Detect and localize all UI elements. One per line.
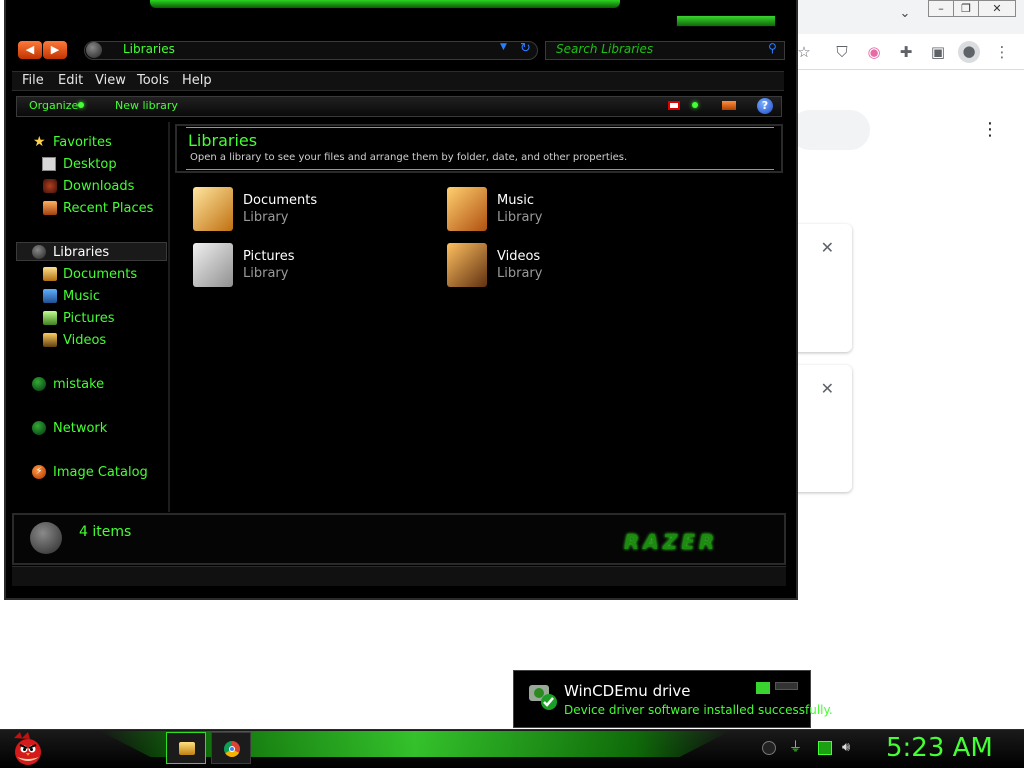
star-icon: ★	[33, 134, 46, 150]
browser-card: ✕	[790, 224, 852, 352]
nav-image-catalog[interactable]: Image Catalog	[53, 465, 148, 480]
taskbar-explorer-button[interactable]	[166, 732, 206, 764]
notification-message: Device driver software installed success…	[564, 703, 833, 717]
nav-music[interactable]: Music	[63, 289, 100, 304]
taskbar-clock[interactable]: 5:23 AM	[886, 733, 993, 763]
tray-volume-icon[interactable]: 🔊︎	[842, 741, 856, 755]
tray-usb-icon[interactable]: ⏚	[789, 741, 803, 755]
menu-edit[interactable]: Edit	[58, 73, 83, 88]
browser-search-pill[interactable]	[790, 110, 870, 150]
folder-icon	[179, 742, 195, 755]
new-library-button[interactable]: New library	[115, 99, 178, 112]
libraries-orb-icon	[30, 522, 62, 554]
view-dropdown-icon[interactable]	[692, 102, 698, 108]
tray-shield-icon[interactable]	[762, 741, 776, 755]
nav-mistake[interactable]: mistake	[53, 377, 104, 392]
menu-bar	[12, 71, 784, 91]
nav-network[interactable]: Network	[53, 421, 107, 436]
chevron-down-icon[interactable]: ⌄	[896, 6, 914, 24]
page-title: Libraries	[188, 131, 258, 150]
documents-icon	[43, 267, 57, 281]
library-name[interactable]: Videos	[497, 249, 540, 264]
nav-libraries[interactable]: Libraries	[53, 245, 109, 260]
library-name[interactable]: Pictures	[243, 249, 294, 264]
search-placeholder: Search Libraries	[556, 42, 654, 56]
menu-view[interactable]: View	[95, 73, 126, 88]
search-icon[interactable]: ⚲	[768, 41, 777, 55]
libraries-orb-icon	[32, 245, 46, 259]
status-bar	[12, 566, 786, 586]
desktop-icon	[42, 157, 56, 171]
videos-icon	[43, 333, 57, 347]
title-glow	[150, 0, 620, 8]
side-panel-icon[interactable]: ▣	[928, 42, 948, 62]
window-controls[interactable]	[676, 15, 776, 27]
menu-kebab-icon[interactable]: ⋮	[992, 42, 1012, 62]
notification-controls[interactable]	[756, 682, 798, 694]
help-icon[interactable]: ?	[757, 98, 773, 114]
forward-button[interactable]: ▶	[43, 41, 67, 59]
header-glow	[186, 127, 774, 170]
libraries-orb-icon	[86, 42, 102, 58]
image-catalog-icon: ⚡	[32, 465, 46, 479]
razer-logo: RAZER	[624, 530, 719, 554]
library-type: Library	[497, 266, 543, 281]
menu-file[interactable]: File	[22, 73, 44, 88]
nav-documents[interactable]: Documents	[63, 267, 137, 282]
menu-tools[interactable]: Tools	[137, 73, 169, 88]
extension-icon[interactable]: ◉	[864, 42, 884, 62]
network-icon	[32, 421, 46, 435]
minimize-icon[interactable]: –	[928, 0, 954, 17]
music-icon	[43, 289, 57, 303]
videos-library-icon[interactable]	[447, 243, 487, 287]
chevron-down-icon[interactable]: ▼	[500, 42, 507, 52]
pin-icon[interactable]	[756, 682, 770, 694]
refresh-icon[interactable]: ↻	[520, 41, 531, 56]
profile-avatar-icon[interactable]: ●	[958, 41, 980, 63]
nav-pictures[interactable]: Pictures	[63, 311, 114, 326]
preview-pane-icon[interactable]	[722, 101, 736, 110]
close-icon[interactable]	[775, 682, 798, 690]
nav-favorites[interactable]: Favorites	[53, 135, 112, 150]
drive-check-icon	[528, 681, 558, 711]
address-text: Libraries	[123, 42, 175, 56]
adblock-shield-icon[interactable]: ⛉	[832, 42, 852, 62]
item-count: 4 items	[79, 524, 132, 540]
back-button[interactable]: ◀	[18, 41, 42, 59]
nav-recent-places[interactable]: Recent Places	[63, 201, 153, 216]
organize-dropdown-icon[interactable]	[78, 102, 84, 108]
organize-button[interactable]: Organize	[29, 99, 78, 112]
homegroup-icon	[32, 377, 46, 391]
notification-title: WinCDEmu drive	[564, 682, 691, 700]
library-type: Library	[243, 210, 289, 225]
change-view-icon[interactable]	[668, 101, 680, 110]
start-button-bird-icon[interactable]	[8, 730, 48, 766]
nav-videos[interactable]: Videos	[63, 333, 106, 348]
nav-desktop[interactable]: Desktop	[63, 157, 117, 172]
page-subtitle: Open a library to see your files and arr…	[190, 152, 628, 163]
taskbar-chrome-button[interactable]	[211, 732, 251, 764]
library-type: Library	[497, 210, 543, 225]
music-library-icon[interactable]	[447, 187, 487, 231]
downloads-icon	[43, 179, 57, 193]
close-icon[interactable]: ✕	[978, 0, 1016, 17]
chrome-icon	[224, 741, 240, 757]
menu-help[interactable]: Help	[182, 73, 212, 88]
tray-network-icon[interactable]	[818, 741, 832, 755]
pictures-library-icon[interactable]	[193, 243, 233, 287]
pictures-icon	[43, 311, 57, 325]
recent-places-icon	[43, 201, 57, 215]
documents-library-icon[interactable]	[193, 187, 233, 231]
library-type: Library	[243, 266, 289, 281]
nav-downloads[interactable]: Downloads	[63, 179, 134, 194]
restore-icon[interactable]: ❐	[953, 0, 979, 17]
puzzle-icon[interactable]: ✚	[896, 42, 916, 62]
page-menu-kebab-icon[interactable]: ⋮	[980, 120, 1000, 140]
close-icon[interactable]: ✕	[821, 379, 834, 398]
library-name[interactable]: Music	[497, 193, 534, 208]
library-name[interactable]: Documents	[243, 193, 317, 208]
close-icon[interactable]: ✕	[821, 238, 834, 257]
browser-card: ✕	[790, 365, 852, 492]
